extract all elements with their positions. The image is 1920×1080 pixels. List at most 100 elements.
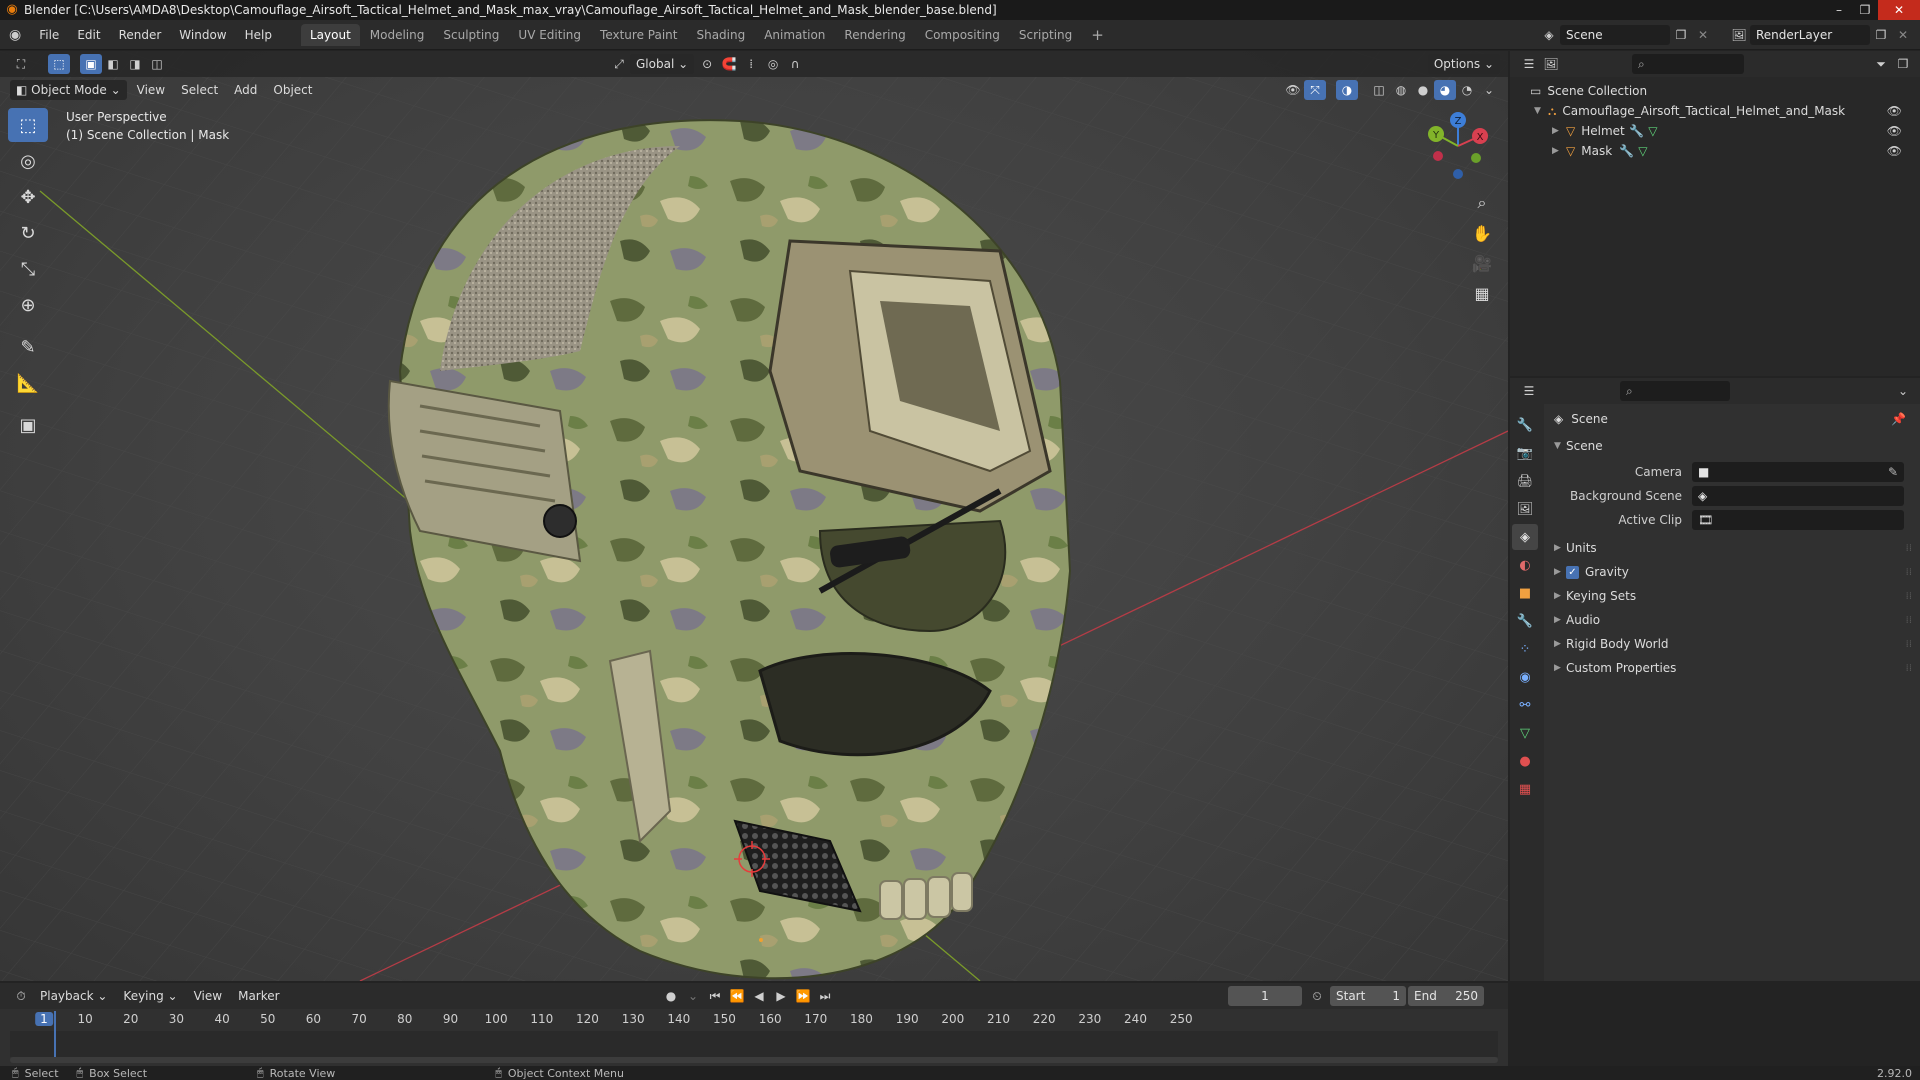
panel-gravity[interactable]: ▶ ✓ Gravity ⁞⁞ — [1544, 560, 1920, 584]
outliner-editor-icon[interactable]: ☰ — [1518, 54, 1540, 74]
expand-helmet-icon[interactable]: ▶ — [1552, 126, 1562, 136]
timeline-track-area[interactable] — [10, 1031, 1498, 1057]
prev-keyframe-icon[interactable]: ⏪ — [726, 986, 748, 1006]
tab-compositing[interactable]: Compositing — [916, 24, 1009, 46]
modifier-tab-icon[interactable]: 🔧 — [1512, 608, 1538, 634]
box-select-intersect-icon[interactable]: ◫ — [146, 54, 168, 74]
outliner-search-input[interactable]: ⌕ — [1632, 54, 1744, 74]
delete-renderlayer-icon[interactable]: ✕ — [1892, 25, 1914, 45]
particles-tab-icon[interactable]: ⁘ — [1512, 636, 1538, 662]
background-scene-field[interactable]: ◈ — [1692, 486, 1904, 506]
visibility-icon[interactable]: 👁 — [1282, 80, 1304, 100]
next-keyframe-icon[interactable]: ⏩ — [792, 986, 814, 1006]
overlay-toggle-icon[interactable]: ◑ — [1336, 80, 1358, 100]
snap-target-icon[interactable]: ⁞ — [740, 54, 762, 74]
duplicate-renderlayer-icon[interactable]: ❐ — [1870, 25, 1892, 45]
timeline-menu-view[interactable]: View — [186, 986, 230, 1006]
viewport-menu-object[interactable]: Object — [265, 80, 320, 100]
tab-layout[interactable]: Layout — [300, 23, 360, 46]
play-reverse-icon[interactable]: ◀ — [748, 986, 770, 1006]
scene-selector[interactable]: ◈ Scene ❐ ✕ — [1538, 24, 1714, 45]
duplicate-scene-icon[interactable]: ❐ — [1670, 25, 1692, 45]
close-button[interactable]: ✕ — [1878, 0, 1920, 20]
box-select-extend-icon[interactable]: ◧ — [102, 54, 124, 74]
proportional-edit-icon[interactable]: ◎ — [762, 54, 784, 74]
jump-end-icon[interactable]: ⏭ — [814, 986, 836, 1006]
move-icon[interactable]: ✥ — [8, 180, 48, 214]
tab-rendering[interactable]: Rendering — [835, 24, 914, 46]
timeline-scrollbar[interactable] — [10, 1057, 1498, 1063]
delete-scene-icon[interactable]: ✕ — [1692, 25, 1714, 45]
blender-menu-icon[interactable]: ◉ — [0, 20, 30, 50]
snap-icon[interactable]: 🧲 — [718, 54, 740, 74]
viewport-menu-add[interactable]: Add — [226, 80, 265, 100]
expand-collection-icon[interactable]: ▼ — [1534, 106, 1544, 116]
minimize-button[interactable]: – — [1826, 0, 1852, 20]
panel-drag-handle[interactable]: ⁞⁞ — [1906, 543, 1912, 554]
tool-tab-icon[interactable]: 🔧 — [1512, 412, 1538, 438]
box-select-new-icon[interactable]: ▣ — [80, 54, 102, 74]
options-dropdown[interactable]: Options ⌄ — [1427, 54, 1500, 74]
scene-name-field[interactable]: Scene — [1560, 24, 1670, 45]
annotate-icon[interactable]: ✎ — [8, 330, 48, 364]
renderlayer-name-field[interactable]: RenderLayer — [1750, 24, 1870, 45]
properties-options-icon[interactable]: ⌄ — [1892, 381, 1914, 401]
shading-options-icon[interactable]: ⌄ — [1478, 80, 1500, 100]
outliner-filter-icon[interactable]: ⏷ — [1870, 54, 1892, 74]
panel-drag-handle[interactable]: ⁞⁞ — [1906, 567, 1912, 578]
tab-uv-editing[interactable]: UV Editing — [509, 24, 590, 46]
tab-scripting[interactable]: Scripting — [1010, 24, 1081, 46]
maximize-button[interactable]: ❐ — [1852, 0, 1878, 20]
pin-icon[interactable]: 📌 — [1891, 412, 1906, 426]
outliner-row-helmet[interactable]: ▶ ▽ Helmet 🔧 ▽ 👁 — [1510, 121, 1920, 141]
add-cube-icon[interactable]: ▣ — [8, 408, 48, 442]
falloff-icon[interactable]: ∩ — [784, 54, 806, 74]
tab-texture-paint[interactable]: Texture Paint — [591, 24, 686, 46]
world-tab-icon[interactable]: ◐ — [1512, 552, 1538, 578]
panel-keying-sets[interactable]: ▶ Keying Sets ⁞⁞ — [1544, 584, 1920, 608]
renderlayer-selector[interactable]: 🖼 RenderLayer ❐ ✕ — [1728, 24, 1914, 45]
properties-search-input[interactable]: ⌕ — [1620, 381, 1730, 401]
pivot-point-icon[interactable]: ⊙ — [696, 54, 718, 74]
viewport-menu-view[interactable]: View — [129, 80, 173, 100]
object-tab-icon[interactable]: ■ — [1512, 580, 1538, 606]
timeline-menu-playback[interactable]: Playback ⌄ — [32, 986, 115, 1006]
tab-sculpting[interactable]: Sculpting — [434, 24, 508, 46]
menu-file[interactable]: File — [30, 20, 68, 50]
panel-drag-handle[interactable]: ⁞⁞ — [1906, 591, 1912, 602]
panel-drag-handle[interactable]: ⁞⁞ — [1906, 639, 1912, 650]
properties-editor-icon[interactable]: ☰ — [1518, 381, 1540, 401]
output-tab-icon[interactable]: 🖨 — [1512, 468, 1538, 494]
xray-icon[interactable]: ◫ — [1368, 80, 1390, 100]
scene-panel-header[interactable]: ▼ Scene — [1544, 434, 1920, 458]
panel-units[interactable]: ▶ Units ⁞⁞ — [1544, 536, 1920, 560]
transform-icon[interactable]: ⊕ — [8, 288, 48, 322]
scene-tab-icon[interactable]: ◈ — [1512, 524, 1538, 550]
timeline-menu-keying[interactable]: Keying ⌄ — [115, 986, 185, 1006]
eyedropper-icon[interactable]: ✎ — [1888, 462, 1898, 482]
menu-window[interactable]: Window — [170, 20, 235, 50]
physics-tab-icon[interactable]: ◉ — [1512, 664, 1538, 690]
texture-tab-icon[interactable]: ▦ — [1512, 776, 1538, 802]
new-collection-icon[interactable]: ❐ — [1892, 54, 1914, 74]
current-frame-field[interactable]: 1 — [1228, 986, 1302, 1006]
rendered-shading-icon[interactable]: ◔ — [1456, 80, 1478, 100]
expand-mask-icon[interactable]: ▶ — [1552, 146, 1562, 156]
tab-modeling[interactable]: Modeling — [361, 24, 434, 46]
outliner-row-scene-collection[interactable]: ▭ Scene Collection — [1510, 81, 1920, 101]
camera-field[interactable]: ■ ✎ — [1692, 462, 1904, 482]
view-layer-tab-icon[interactable]: 🖼 — [1512, 496, 1538, 522]
eye-icon[interactable]: 👁 — [1887, 124, 1902, 138]
material-tab-icon[interactable]: ● — [1512, 748, 1538, 774]
wireframe-shading-icon[interactable]: ◍ — [1390, 80, 1412, 100]
timeline-ruler[interactable]: 1 10 20 30 40 50 60 70 80 90 100 110 120 130 140 150 160… — [10, 1009, 1498, 1031]
select-mode-icon[interactable]: ⬚ — [48, 54, 70, 74]
constraints-tab-icon[interactable]: ⚯ — [1512, 692, 1538, 718]
record-options-icon[interactable]: ⌄ — [682, 986, 704, 1006]
select-box-icon[interactable]: ⬚ — [8, 108, 48, 142]
viewport-menu-select[interactable]: Select — [173, 80, 226, 100]
data-tab-icon[interactable]: ▽ — [1512, 720, 1538, 746]
material-preview-icon[interactable]: ◕ — [1434, 80, 1456, 100]
outliner-row-mask[interactable]: ▶ ▽ Mask 🔧 ▽ 👁 — [1510, 141, 1920, 161]
menu-help[interactable]: Help — [236, 20, 281, 50]
